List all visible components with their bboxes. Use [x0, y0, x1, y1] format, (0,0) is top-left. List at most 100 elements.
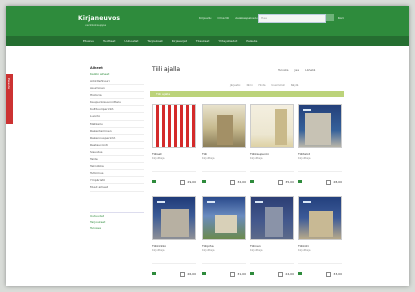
cart-icon[interactable] — [230, 272, 235, 277]
stock-indicator — [202, 272, 206, 275]
top-link-login[interactable]: Kirjaudu — [199, 16, 211, 20]
sidebar-box-link[interactable]: Tulossa — [90, 225, 144, 231]
product-cover[interactable] — [250, 104, 294, 148]
product-cover[interactable] — [152, 196, 196, 240]
nav-item-contact[interactable]: Yhteystiedot — [218, 39, 237, 43]
cover-image — [305, 113, 331, 145]
product-title[interactable]: Tiili — [202, 152, 207, 156]
cover-band — [303, 109, 311, 111]
divider — [298, 171, 342, 172]
cart-icon[interactable] — [326, 180, 331, 185]
search-input[interactable]: Hae — [258, 14, 326, 23]
cart-icon[interactable] — [180, 272, 185, 277]
product-card[interactable]: Tiilikoti Kirjoittaja 33,00 — [298, 196, 342, 282]
sort-by-price[interactable]: Hinta — [259, 84, 266, 87]
feedback-side-tab[interactable]: Palaute — [6, 74, 13, 124]
main-nav: Etusivu Tuotteet Uutuudet Tarjoukset Kir… — [6, 36, 409, 46]
sidebar-item[interactable]: Ympäristö — [90, 177, 144, 185]
sidebar-item[interactable]: Arkkitehtuuri — [90, 78, 144, 86]
product-card[interactable]: Tiilikirkko Kirjoittaja 26,00 — [152, 196, 196, 282]
product-card[interactable]: Tiilipiha Kirjoittaja 31,00 — [202, 196, 246, 282]
sidebar-selected[interactable]: Kaikki aiheet — [90, 72, 144, 76]
send-link[interactable]: Lähetä — [305, 68, 315, 72]
product-title[interactable]: Tiilikoti — [298, 244, 309, 248]
stock-indicator — [152, 272, 156, 275]
product-title[interactable]: Tiilikirkko — [152, 244, 166, 248]
cover-image — [217, 115, 233, 145]
sidebar-item[interactable]: Kulttuuriperintö — [90, 106, 144, 114]
product-title[interactable]: Tiiliset — [152, 152, 162, 156]
browser-page: Kirjaneuvos verkkokauppa Kirjaudu Oma ti… — [6, 6, 409, 286]
nav-item-feedback[interactable]: Palaute — [246, 39, 257, 43]
sidebar-item[interactable]: Rakennusperintö — [90, 135, 144, 142]
cart-icon[interactable] — [180, 180, 185, 185]
sidebar-item[interactable]: Asuminen — [90, 85, 144, 93]
sidebar-item[interactable]: Matkailu — [90, 121, 144, 128]
product-title[interactable]: Tiilinen — [250, 244, 261, 248]
site-logo[interactable]: Kirjaneuvos — [78, 15, 120, 22]
product-cover[interactable] — [298, 104, 342, 148]
product-author: Kirjoittaja — [250, 157, 263, 160]
share-link[interactable]: Jaa — [295, 68, 300, 72]
sidebar-item[interactable]: Muut aiheet — [90, 184, 144, 192]
nav-item-series[interactable]: Kirjasarjat — [172, 39, 187, 43]
product-cover[interactable] — [250, 196, 294, 240]
product-cover[interactable] — [202, 196, 246, 240]
product-title[interactable]: Tiilitalot — [298, 152, 310, 156]
stock-indicator — [298, 272, 302, 275]
nav-item-orders[interactable]: Tilaukset — [196, 39, 209, 43]
product-price: 29,00 — [187, 180, 196, 184]
sidebar-item[interactable]: Taide — [90, 156, 144, 164]
product-cover[interactable] — [202, 104, 246, 148]
cover-band — [207, 201, 215, 203]
view-toggle[interactable]: Näytä — [291, 84, 299, 87]
divider — [152, 263, 196, 264]
product-title[interactable]: Tiilipiha — [202, 244, 214, 248]
sidebar-item[interactable]: Sisustus — [90, 149, 144, 157]
nav-item-home[interactable]: Etusivu — [83, 39, 94, 43]
product-price: 33,00 — [333, 272, 342, 276]
product-author: Kirjoittaja — [152, 157, 165, 160]
cart-icon[interactable] — [278, 180, 283, 185]
sidebar-item[interactable]: Tutkimus — [90, 170, 144, 178]
product-title[interactable]: Tiilikaupunki — [250, 152, 269, 156]
sidebar-item[interactable]: Kaupunkisuunnittelu — [90, 99, 144, 107]
sort-label: Järjestä: — [230, 84, 241, 87]
cover-image — [275, 109, 287, 145]
cart-icon[interactable] — [230, 180, 235, 185]
divider — [152, 171, 196, 172]
product-author: Kirjoittaja — [202, 249, 215, 252]
sort-by-name[interactable]: Nimi — [247, 84, 253, 87]
divider — [202, 171, 246, 172]
nav-item-new[interactable]: Uutuudet — [124, 39, 138, 43]
product-cover[interactable] — [152, 104, 196, 148]
cover-image — [161, 209, 189, 237]
site-logo-subtitle: verkkokauppa — [85, 23, 107, 27]
product-card[interactable]: Tiiliset Kirjoittaja 29,00 — [152, 104, 196, 190]
search-button[interactable] — [326, 14, 334, 21]
nav-item-products[interactable]: Tuotteet — [103, 39, 115, 43]
sidebar-item[interactable]: Rakentaminen — [90, 128, 144, 135]
site-header: Kirjaneuvos verkkokauppa Kirjaudu Oma ti… — [6, 6, 409, 36]
product-card[interactable]: Tiilinen Kirjoittaja 24,00 — [250, 196, 294, 282]
print-link[interactable]: Tulosta — [278, 68, 289, 72]
top-link-support[interactable]: Asiakaspalvelu — [235, 16, 257, 20]
divider — [202, 263, 246, 264]
top-link-account[interactable]: Oma tili — [217, 16, 229, 20]
nav-item-offers[interactable]: Tarjoukset — [147, 39, 162, 43]
product-card[interactable]: Tiili Kirjoittaja 32,00 — [202, 104, 246, 190]
cart-link[interactable]: Kori — [338, 16, 344, 20]
product-cover[interactable] — [298, 196, 342, 240]
cart-icon[interactable] — [278, 272, 283, 277]
sidebar-item[interactable]: Restaurointi — [90, 142, 144, 149]
sidebar-item[interactable]: Luonto — [90, 113, 144, 121]
sort-by-newest[interactable]: Uusimmat — [271, 84, 284, 87]
cart-icon[interactable] — [326, 272, 331, 277]
product-card[interactable]: Tiilikaupunki Kirjoittaja 35,00 — [250, 104, 294, 190]
product-card[interactable]: Tiilitalot Kirjoittaja 28,00 — [298, 104, 342, 190]
stock-indicator — [250, 272, 254, 275]
sidebar-item[interactable]: Tekniikka — [90, 163, 144, 171]
sidebar-item[interactable]: Historia — [90, 92, 144, 100]
product-price: 24,00 — [285, 272, 294, 276]
product-price: 31,00 — [237, 272, 246, 276]
